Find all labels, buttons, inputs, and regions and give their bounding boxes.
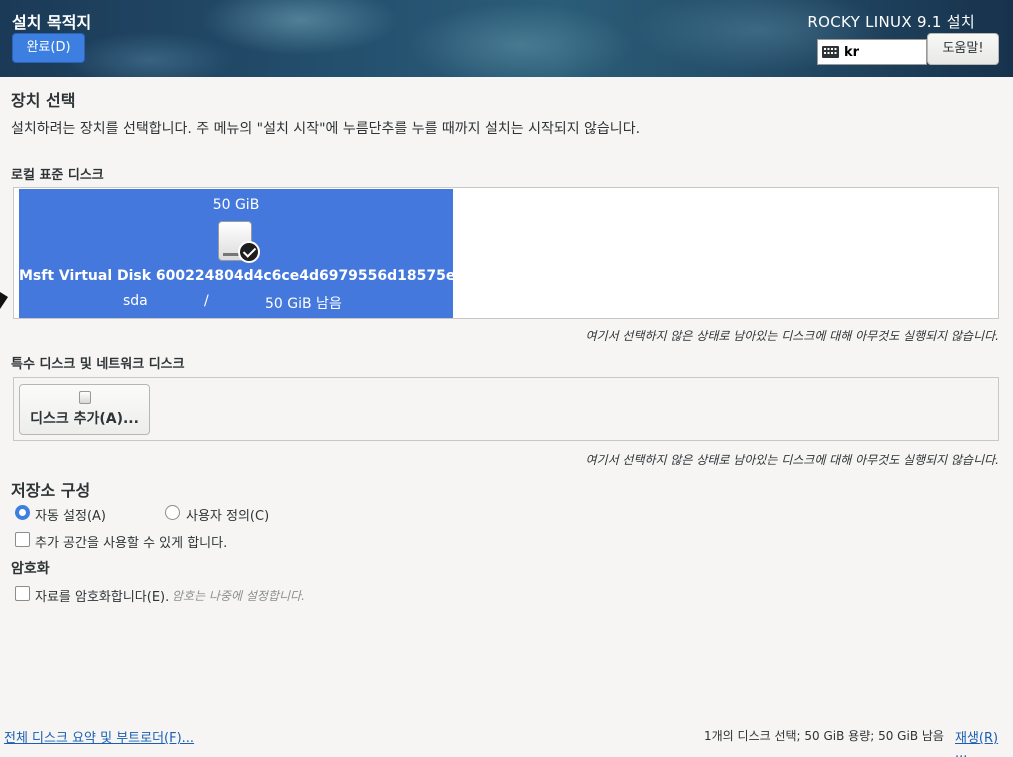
refresh-link[interactable]: 재생(R) ... [955, 727, 1013, 757]
keyboard-layout-indicator[interactable]: kr [817, 39, 927, 65]
disk-icon-group [218, 219, 262, 263]
local-disks-label: 로컬 표준 디스크 [11, 168, 104, 183]
help-button[interactable]: 도움말! [927, 33, 999, 65]
mouse-cursor-icon [0, 292, 8, 309]
disk-selection-summary: 1개의 디스크 선택; 50 GiB 용량; 50 GiB 남음 [704, 729, 944, 743]
disk-meta: sda / 50 GiB 남음 [19, 293, 453, 313]
custom-config-radio[interactable] [165, 505, 180, 520]
encryption-hint: 암호는 나중에 설정합니다. [172, 589, 305, 603]
disk-device: sda [123, 293, 148, 309]
disk-mount: / [204, 293, 209, 309]
special-disks-note: 여기서 선택하지 않은 상태로 남아있는 디스크에 대해 아무것도 실행되지 않… [585, 453, 999, 467]
auto-config-label[interactable]: 자동 설정(A) [35, 505, 106, 524]
checkmark-icon [238, 241, 260, 263]
encrypt-checkbox[interactable] [15, 586, 30, 601]
storage-config-title: 저장소 구성 [11, 481, 91, 500]
full-disk-summary-link[interactable]: 전체 디스크 요약 및 부트로더(F)... [4, 727, 194, 746]
special-disks-panel: 디스크 추가(A)... [13, 377, 999, 441]
disk-size: 50 GiB [212, 197, 260, 213]
header-bar: 설치 목적지 완료(D) ROCKY LINUX 9.1 설치 kr 도움말! [0, 0, 1013, 77]
local-disks-note: 여기서 선택하지 않은 상태로 남아있는 디스크에 대해 아무것도 실행되지 않… [585, 329, 999, 343]
page-title: 설치 목적지 [12, 13, 92, 32]
disk-tile-sda[interactable]: 50 GiB Msft Virtual Disk 600224804d4c6ce… [19, 189, 466, 318]
custom-config-label[interactable]: 사용자 정의(C) [186, 505, 269, 524]
disk-free: 50 GiB 남음 [265, 296, 342, 312]
product-title: ROCKY LINUX 9.1 설치 [807, 13, 975, 31]
keyboard-layout-label: kr [844, 44, 860, 60]
add-disk-button[interactable]: 디스크 추가(A)... [19, 384, 150, 435]
extra-space-label[interactable]: 추가 공간을 사용할 수 있게 합니다. [35, 532, 227, 551]
device-selection-description: 설치하려는 장치를 선택합니다. 주 메뉴의 "설치 시작"에 누름단추를 누를… [11, 121, 641, 137]
disk-icon [79, 391, 91, 404]
special-disks-label: 특수 디스크 및 네트워크 디스크 [11, 357, 185, 372]
disk-name: Msft Virtual Disk 600224804d4c6ce4d69795… [19, 268, 466, 284]
keyboard-icon [822, 46, 839, 58]
encrypt-label[interactable]: 자료를 암호화합니다(E). [35, 586, 169, 605]
done-button[interactable]: 완료(D) [12, 33, 85, 63]
local-disks-panel: 50 GiB Msft Virtual Disk 600224804d4c6ce… [13, 187, 999, 319]
auto-config-radio[interactable] [15, 505, 30, 520]
encryption-title: 암호화 [11, 561, 50, 577]
extra-space-checkbox[interactable] [15, 532, 30, 547]
device-selection-title: 장치 선택 [11, 91, 76, 110]
add-disk-label: 디스크 추가(A)... [30, 411, 139, 427]
